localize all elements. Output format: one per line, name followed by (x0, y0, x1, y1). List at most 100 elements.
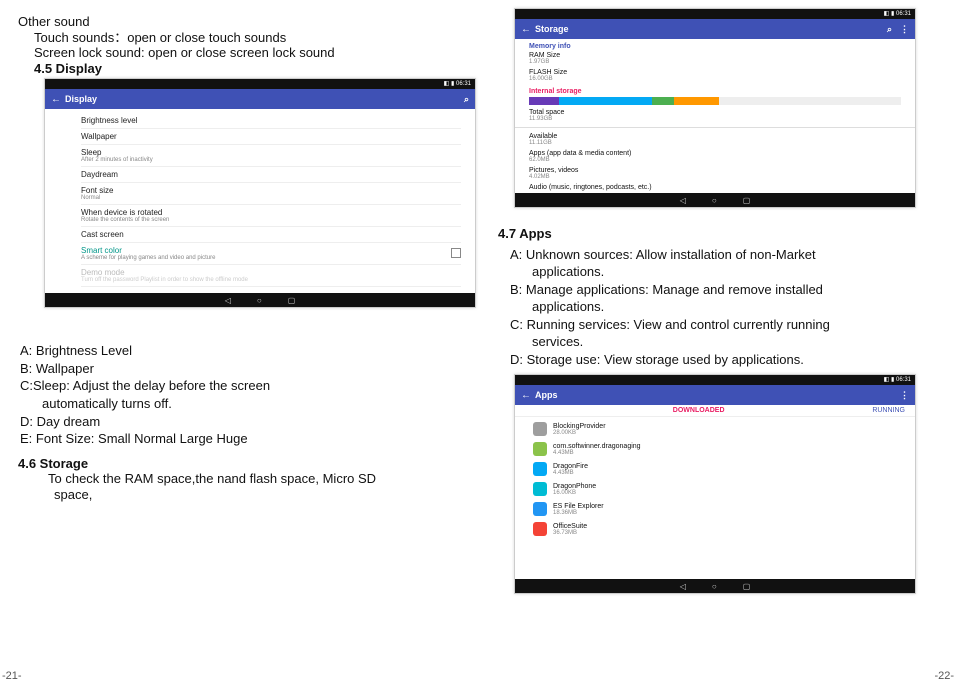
app-size: 28.00KB (553, 430, 606, 436)
storage-row[interactable]: Pictures, videos4.02MB (515, 165, 915, 182)
section-4-5-heading: 4.5 Display (18, 61, 460, 77)
app-icon (533, 482, 547, 496)
app-text: DragonPhone16.00KB (553, 483, 596, 496)
storage-row[interactable]: Audio (music, ringtones, podcasts, etc.) (515, 182, 915, 193)
row-title: Font size (81, 186, 461, 195)
display-setting-row[interactable]: Wallpaper (81, 129, 461, 145)
app-size: 4.43MB (553, 470, 588, 476)
checkbox[interactable] (451, 248, 461, 258)
storage-bar-segment (674, 97, 719, 105)
display-setting-row[interactable]: Daydream (81, 167, 461, 183)
storage-row[interactable]: Apps (app data & media content)62.0MB (515, 148, 915, 165)
row-value: 62.0MB (529, 157, 901, 163)
battery-icon: ◧ ▮ (444, 81, 455, 87)
app-size: 18.36MB (553, 510, 604, 516)
row-title: Available (529, 133, 901, 140)
back-icon[interactable]: ← (521, 390, 535, 401)
item-b: B: Wallpaper (20, 360, 460, 378)
app-icon (533, 442, 547, 456)
android-navbar: ◁ ○ ▢ (45, 293, 475, 307)
display-setting-row[interactable]: Demo modeTurn off the password Playlist … (81, 265, 461, 287)
nav-recent-icon[interactable]: ▢ (288, 296, 296, 305)
app-row[interactable]: BlockingProvider28.00KB (515, 419, 915, 439)
storage-bar-segment (529, 97, 559, 105)
storage-usage-bar (529, 97, 901, 105)
row-subtitle: Rotate the contents of the screen (81, 217, 461, 223)
app-row[interactable]: DragonFire4.43MB (515, 459, 915, 479)
tab-running[interactable]: RUNNING (872, 407, 905, 414)
nav-home-icon[interactable]: ○ (712, 582, 717, 591)
display-setting-row[interactable]: Cast screen (81, 227, 461, 243)
total-space-row: Total space 11.93GB (515, 107, 915, 124)
row-title: Pictures, videos (529, 167, 901, 174)
item-c: C:Sleep: Adjust the delay before the scr… (20, 377, 460, 412)
app-row[interactable]: com.softwinner.dragonaging4.43MB (515, 439, 915, 459)
page-21: Other sound Touch sounds：open or close t… (0, 0, 478, 688)
row-title: Audio (music, ringtones, podcasts, etc.) (529, 184, 901, 191)
section-4-6-heading: 4.6 Storage (18, 456, 460, 472)
nav-back-icon[interactable]: ◁ (680, 196, 686, 205)
row-title: Sleep (81, 148, 461, 157)
app-row[interactable]: OfficeSuite36.73MB (515, 519, 915, 539)
appbar-title: Display (65, 94, 464, 104)
row-subtitle: Normal (81, 195, 461, 201)
app-size: 4.43MB (553, 450, 641, 456)
ram-row: RAM Size 1.97GB (515, 50, 915, 67)
screen-lock-text: Screen lock sound: open or close screen … (18, 45, 460, 61)
overflow-icon[interactable]: ⋮ (900, 390, 909, 401)
other-sound-heading: Other sound (18, 14, 460, 30)
nav-recent-icon[interactable]: ▢ (743, 582, 751, 591)
app-text: OfficeSuite36.73MB (553, 523, 587, 536)
item-a: A: Unknown sources: Allow installation o… (510, 246, 938, 281)
display-options-list: A: Brightness Level B: Wallpaper C:Sleep… (20, 342, 460, 447)
overflow-icon[interactable]: ⋮ (892, 24, 909, 35)
apps-tabs: DOWNLOADED RUNNING (515, 405, 915, 417)
nav-recent-icon[interactable]: ▢ (743, 196, 751, 205)
app-text: BlockingProvider28.00KB (553, 423, 606, 436)
app-row[interactable]: ES File Explorer18.36MB (515, 499, 915, 519)
tab-downloaded[interactable]: DOWNLOADED (673, 407, 725, 414)
back-icon[interactable]: ← (51, 94, 65, 105)
app-size: 16.00KB (553, 490, 596, 496)
nav-home-icon[interactable]: ○ (712, 196, 717, 205)
nav-back-icon[interactable]: ◁ (680, 582, 686, 591)
row-title: Cast screen (81, 230, 461, 239)
item-c: C: Running services: View and control cu… (510, 316, 938, 351)
app-icon (533, 522, 547, 536)
app-name: BlockingProvider (553, 423, 606, 430)
memory-info-heading: Memory info (515, 39, 915, 50)
display-setting-row[interactable]: SleepAfter 2 minutes of inactivity (81, 145, 461, 167)
storage-breakdown-list: Available11.11GBApps (app data & media c… (515, 131, 915, 193)
app-name: DragonPhone (553, 483, 596, 490)
nav-home-icon[interactable]: ○ (257, 296, 262, 305)
storage-row[interactable]: Available11.11GB (515, 131, 915, 148)
back-icon[interactable]: ← (521, 24, 535, 35)
search-icon[interactable]: ⌕ (464, 94, 469, 105)
page-number: -21- (2, 670, 22, 682)
row-subtitle: A scheme for playing games and video and… (81, 255, 461, 261)
row-value: 4.02MB (529, 174, 901, 180)
flash-row: FLASH Size 16.00GB (515, 67, 915, 84)
row-title: When device is rotated (81, 208, 461, 217)
storage-text: To check the RAM space,the nand flash sp… (18, 471, 460, 502)
nav-back-icon[interactable]: ◁ (225, 296, 231, 305)
app-icon (533, 502, 547, 516)
android-navbar: ◁ ○ ▢ (515, 579, 915, 593)
internal-storage-heading: Internal storage (515, 84, 915, 95)
page-22: ◧ ▮ 06:31 ← Storage ⌕ ⋮ Memory info RAM … (478, 0, 956, 688)
display-setting-row[interactable]: Font sizeNormal (81, 183, 461, 205)
row-title: Apps (app data & media content) (529, 150, 901, 157)
app-name: ES File Explorer (553, 503, 604, 510)
app-row[interactable]: DragonPhone16.00KB (515, 479, 915, 499)
display-setting-row[interactable]: Brightness level (81, 113, 461, 129)
app-name: DragonFire (553, 463, 588, 470)
page-number: -22- (934, 670, 954, 682)
app-text: DragonFire4.43MB (553, 463, 588, 476)
clock-text: 06:31 (896, 11, 911, 17)
appbar-title: Apps (535, 390, 900, 400)
display-setting-row[interactable]: When device is rotatedRotate the content… (81, 205, 461, 227)
item-b: B: Manage applications: Manage and remov… (510, 281, 938, 316)
status-bar: ◧ ▮ 06:31 (515, 9, 915, 19)
display-setting-row[interactable]: Smart colorA scheme for playing games an… (81, 243, 461, 265)
row-value: 11.11GB (529, 140, 901, 146)
